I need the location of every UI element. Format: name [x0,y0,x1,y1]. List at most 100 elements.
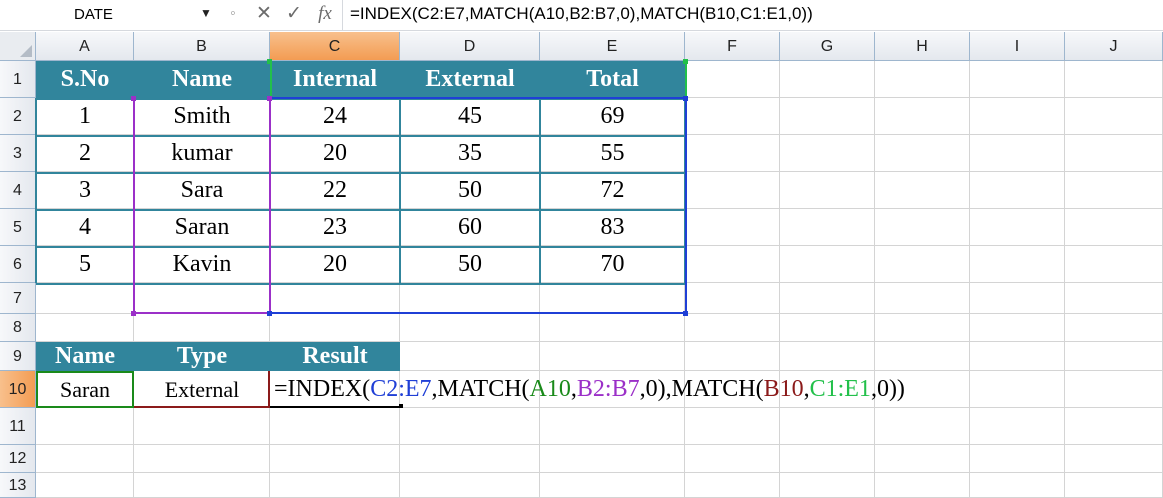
lookup-header-result[interactable]: Result [270,342,400,371]
range-c1-e1-border [270,61,272,98]
range-handle[interactable] [683,59,688,64]
column-header-g[interactable]: G [780,32,875,61]
range-b10-border [268,371,270,408]
row-header-10[interactable]: 10 [0,371,36,408]
range-b10-border [134,406,270,408]
column-header-f[interactable]: F [685,32,780,61]
row-header-12[interactable]: 12 [0,445,36,473]
table-header-sno[interactable]: S.No [36,61,134,98]
formula-token: C2:E7 [370,376,432,402]
column-header-e[interactable]: E [540,32,685,61]
table-cell[interactable]: 1 [36,98,134,135]
name-box[interactable]: DATE ▼ [0,2,218,26]
table-cell[interactable]: 50 [400,246,540,283]
table-cell[interactable]: 3 [36,172,134,209]
table-cell[interactable]: 60 [400,209,540,246]
table-cell[interactable]: 20 [270,135,400,172]
column-header-i[interactable]: I [970,32,1065,61]
x-icon[interactable]: ✕ [252,3,276,25]
table-border-v [399,98,401,283]
grid-hline [36,444,1163,445]
range-a10-border [36,371,38,408]
table-cell[interactable]: 69 [540,98,685,135]
range-a10-border [132,371,134,408]
formula-cell-c10[interactable]: =INDEX(C2:E7,MATCH(A10,B2:B7,0),MATCH(B1… [274,371,905,408]
range-c1-e1-border [685,61,687,98]
range-handle[interactable] [683,96,688,101]
range-b2-b7-border [133,97,135,314]
row-header-2[interactable]: 2 [0,98,36,135]
table-cell[interactable]: 83 [540,209,685,246]
column-header-h[interactable]: H [875,32,970,61]
formula-token: ,MATCH( [431,376,530,402]
column-header-a[interactable]: A [36,32,134,61]
range-handle[interactable] [131,96,136,101]
range-b2-b7-border [269,97,271,314]
lookup-header-type[interactable]: Type [134,342,270,371]
column-header-j[interactable]: J [1065,32,1163,61]
table-cell[interactable]: Kavin [134,246,270,283]
fx-icon[interactable]: fx [313,3,337,25]
table-header-name[interactable]: Name [134,61,270,98]
table-cell[interactable]: Sara [134,172,270,209]
range-handle[interactable] [267,59,272,64]
select-all-corner[interactable] [0,32,36,61]
formula-token: =INDEX( [274,376,371,402]
table-cell[interactable]: Saran [134,209,270,246]
select-all-icon [20,45,32,57]
formula-divider [342,0,343,30]
lookup-header-name[interactable]: Name [36,342,134,371]
table-header-total[interactable]: Total [540,61,685,98]
row-header-4[interactable]: 4 [0,172,36,209]
table-header-internal[interactable]: Internal [270,61,400,98]
range-handle[interactable] [267,311,272,316]
column-header-c[interactable]: C [270,32,400,61]
range-handle[interactable] [267,96,272,101]
formula-input[interactable]: =INDEX(C2:E7,MATCH(A10,B2:B7,0),MATCH(B1… [350,4,813,24]
grid-hline [36,472,1163,473]
table-cell[interactable]: 22 [270,172,400,209]
table-cell[interactable]: kumar [134,135,270,172]
check-icon[interactable]: ✓ [282,3,306,25]
row-header-5[interactable]: 5 [0,209,36,246]
grip-icon: ◦ [230,5,236,22]
table-cell[interactable]: 35 [400,135,540,172]
row-header-3[interactable]: 3 [0,135,36,172]
chevron-down-icon[interactable]: ▼ [200,6,212,20]
lookup-cell-b10[interactable]: External [134,371,270,408]
range-handle[interactable] [683,311,688,316]
lookup-cell-a10[interactable]: Saran [36,371,134,408]
table-border-v [539,98,541,283]
table-cell[interactable]: 72 [540,172,685,209]
table-cell[interactable]: 5 [36,246,134,283]
table-cell[interactable]: 55 [540,135,685,172]
table-cell[interactable]: 4 [36,209,134,246]
row-header-6[interactable]: 6 [0,246,36,283]
table-header-external[interactable]: External [400,61,540,98]
range-a10-border [36,371,134,373]
formula-token: ,0),MATCH( [639,376,764,402]
table-cell[interactable]: 45 [400,98,540,135]
table-cell[interactable]: 20 [270,246,400,283]
row-header-9[interactable]: 9 [0,342,36,371]
grid-vline [779,61,780,498]
range-handle[interactable] [131,311,136,316]
table-cell[interactable]: 2 [36,135,134,172]
column-header-d[interactable]: D [400,32,540,61]
row-header-7[interactable]: 7 [0,283,36,314]
table-cell[interactable]: 24 [270,98,400,135]
table-cell[interactable]: 50 [400,172,540,209]
row-header-8[interactable]: 8 [0,314,36,342]
range-c2-e7-border [685,97,687,314]
row-header-13[interactable]: 13 [0,473,36,498]
range-c2-e7-border [270,97,685,99]
table-cell[interactable]: 23 [270,209,400,246]
row-header-11[interactable]: 11 [0,408,36,445]
column-header-b[interactable]: B [134,32,270,61]
table-cell[interactable]: 70 [540,246,685,283]
formula-token: A10 [529,376,571,402]
formula-bar: DATE ▼ ◦ ✕ ✓ fx =INDEX(C2:E7,MATCH(A10,B… [0,0,1163,31]
spreadsheet-grid[interactable]: ABCDEFGHIJ 1 2 3 4 5 6 7 8 9 10 11 12 13 S.No Name Int… [0,32,1163,498]
row-header-1[interactable]: 1 [0,61,36,98]
table-cell[interactable]: Smith [134,98,270,135]
